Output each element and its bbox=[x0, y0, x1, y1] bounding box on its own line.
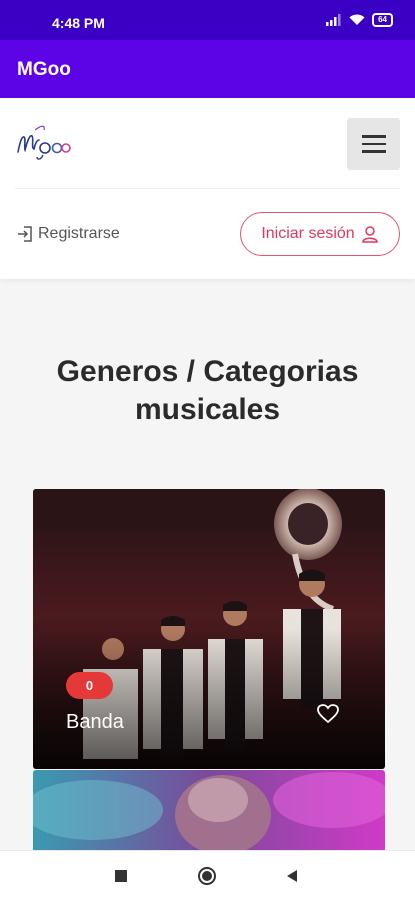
register-label: Registrarse bbox=[38, 225, 120, 242]
menu-icon-line bbox=[361, 142, 386, 146]
logo-mark bbox=[17, 125, 71, 160]
register-icon bbox=[18, 226, 32, 242]
page-title: Generos / Categorias musicales bbox=[56, 355, 359, 426]
logo[interactable] bbox=[15, 118, 71, 162]
recents-button[interactable] bbox=[111, 866, 131, 886]
menu-icon-line bbox=[361, 150, 386, 153]
heart-icon[interactable] bbox=[316, 702, 340, 726]
status-bar: 4:48 PM 64 bbox=[0, 0, 415, 40]
category-count-badge: 0 bbox=[66, 672, 113, 699]
app-title: MGoo bbox=[17, 59, 71, 80]
login-button[interactable]: Iniciar sesión bbox=[240, 212, 400, 256]
wifi-icon bbox=[349, 14, 365, 25]
menu-button[interactable] bbox=[347, 118, 400, 170]
battery-icon: 64 bbox=[372, 13, 393, 27]
recents-icon bbox=[115, 870, 127, 882]
category-card[interactable]: 0 Banda bbox=[33, 489, 385, 769]
system-nav-bar bbox=[0, 850, 415, 900]
category-name: Banda bbox=[66, 711, 124, 733]
back-icon bbox=[287, 870, 297, 882]
category-card[interactable] bbox=[33, 770, 385, 850]
back-button[interactable] bbox=[282, 866, 302, 886]
login-label: Iniciar sesión bbox=[261, 225, 355, 242]
menu-icon-line bbox=[361, 135, 386, 138]
signal-icon bbox=[326, 14, 341, 26]
status-time: 4:48 PM bbox=[52, 15, 105, 31]
site-header: Registrarse Iniciar sesión bbox=[0, 98, 415, 279]
status-icons: 64 bbox=[326, 12, 393, 28]
card-image bbox=[33, 770, 385, 850]
home-button[interactable] bbox=[197, 866, 217, 886]
user-icon bbox=[361, 226, 378, 243]
register-link[interactable]: Registrarse bbox=[16, 225, 120, 243]
app-bar: MGoo bbox=[0, 40, 415, 98]
home-icon bbox=[198, 867, 216, 885]
header-divider bbox=[15, 188, 400, 189]
